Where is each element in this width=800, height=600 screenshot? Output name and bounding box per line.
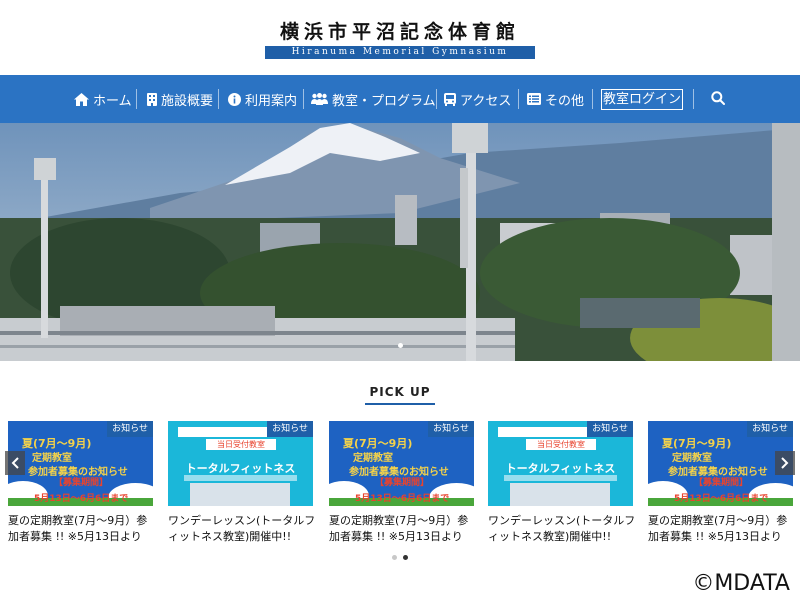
- search-icon: [711, 91, 725, 105]
- card-title[interactable]: 夏の定期教室(7月～9月）参加者募集 !! ※5月13日より: [648, 513, 793, 545]
- nav-divider: [518, 89, 519, 109]
- slider-dot[interactable]: [398, 343, 403, 348]
- home-icon: [74, 92, 89, 106]
- hero-slider[interactable]: [0, 123, 800, 361]
- nav-divider: [303, 89, 304, 109]
- info-icon: [228, 92, 241, 106]
- site-title-jp: 横浜市平沼記念体育館: [279, 21, 520, 43]
- card-image-text: 定期教室: [353, 453, 393, 464]
- hero-photo: [0, 123, 800, 361]
- nav-label: ホーム: [93, 93, 132, 109]
- people-icon: [311, 93, 328, 105]
- nav-item-guide[interactable]: 利用案内: [228, 75, 297, 123]
- card-image: 夏(7月～9月) 定期教室 参加者募集のお知らせ 【募集期間】 5月13日～6月…: [648, 421, 793, 506]
- carousel-dot-active[interactable]: [403, 555, 408, 560]
- chevron-left-icon: [11, 457, 19, 469]
- pickup-card[interactable]: 当日受付教室 トータルフィットネス お知らせ ワンデーレッスン(トータルフィット…: [168, 421, 315, 545]
- site-logo[interactable]: 横浜市平沼記念体育館 Hiranuma Memorial Gymnasium: [265, 20, 535, 60]
- card-image-text: 【募集期間】: [375, 478, 430, 488]
- card-image: 夏(7月～9月) 定期教室 参加者募集のお知らせ 【募集期間】 5月13日～6月…: [329, 421, 474, 506]
- pickup-heading: PICK UP: [369, 385, 431, 399]
- card-image-text: 5月13日～6月6日まで: [355, 494, 450, 504]
- list-icon: [527, 93, 541, 105]
- nav-divider: [136, 89, 137, 109]
- card-title[interactable]: ワンデーレッスン(トータルフィットネス教室)開催中!!: [488, 513, 638, 545]
- card-image-text: トータルフィットネス: [505, 462, 616, 475]
- nav-item-home[interactable]: ホーム: [74, 75, 132, 123]
- card-image-text: 5月13日～6月6日まで: [34, 494, 129, 504]
- card-image-text: 定期教室: [672, 453, 712, 464]
- card-image-text: 当日受付教室: [526, 439, 596, 450]
- nav-label: 施設概要: [161, 93, 214, 109]
- classroom-login-button[interactable]: 教室ログイン: [601, 89, 683, 110]
- news-badge: お知らせ: [587, 421, 633, 437]
- carousel-next-button[interactable]: [775, 451, 795, 475]
- pickup-card[interactable]: 当日受付教室 トータルフィットネス お知らせ ワンデーレッスン(トータルフィット…: [488, 421, 635, 545]
- pickup-card[interactable]: 夏(7月～9月) 定期教室 参加者募集のお知らせ 【募集期間】 5月13日～6月…: [329, 421, 474, 545]
- pickup-card[interactable]: 夏(7月～9月) 定期教室 参加者募集のお知らせ 【募集期間】 5月13日～6月…: [8, 421, 153, 545]
- site-title-en: Hiranuma Memorial Gymnasium: [265, 46, 535, 59]
- pickup-underline: [365, 403, 435, 405]
- news-badge: お知らせ: [107, 421, 153, 437]
- nav-divider: [592, 89, 593, 109]
- bus-icon: [444, 92, 456, 106]
- search-button[interactable]: [711, 90, 725, 109]
- copyright-watermark: ©MDATA: [640, 568, 800, 600]
- nav-label: 教室・プログラム: [332, 93, 436, 109]
- card-title[interactable]: 夏の定期教室(7月～9月）参加者募集 !! ※5月13日より: [8, 513, 158, 545]
- carousel-pagination: [390, 555, 410, 561]
- nav-item-facility[interactable]: 施設概要: [147, 75, 213, 123]
- card-image: 夏(7月～9月) 定期教室 参加者募集のお知らせ 【募集期間】 5月13日～6月…: [8, 421, 153, 506]
- card-title[interactable]: ワンデーレッスン(トータルフィットネス教室)開催中!!: [168, 513, 318, 545]
- card-image-text: 定期教室: [32, 453, 72, 464]
- nav-item-other[interactable]: その他: [527, 75, 584, 123]
- nav-item-programs[interactable]: 教室・プログラム: [311, 75, 436, 123]
- nav-label: その他: [545, 93, 585, 109]
- main-nav: ホーム 施設概要 利用案内 教室・プログラム アクセス その他 教室ログイン: [0, 75, 800, 123]
- pickup-card[interactable]: 夏(7月～9月) 定期教室 参加者募集のお知らせ 【募集期間】 5月13日～6月…: [648, 421, 793, 545]
- carousel-dot[interactable]: [392, 555, 397, 560]
- card-image-text: 【募集期間】: [694, 478, 749, 488]
- nav-label: 利用案内: [245, 93, 298, 109]
- page: { "site": { "title_jp": "横浜市平沼記念体育館", "t…: [0, 0, 800, 600]
- card-image: 当日受付教室 トータルフィットネス お知らせ: [488, 421, 633, 506]
- news-badge: お知らせ: [267, 421, 313, 437]
- card-image-text: 当日受付教室: [206, 439, 276, 450]
- nav-divider: [436, 89, 437, 109]
- nav-divider: [693, 89, 694, 109]
- nav-item-access[interactable]: アクセス: [444, 75, 511, 123]
- building-icon: [147, 92, 157, 106]
- card-title[interactable]: 夏の定期教室(7月～9月）参加者募集 !! ※5月13日より: [329, 513, 479, 545]
- nav-divider: [218, 89, 219, 109]
- card-image-text: 【募集期間】: [54, 478, 109, 488]
- carousel-prev-button[interactable]: [5, 451, 25, 475]
- card-image: 当日受付教室 トータルフィットネス お知らせ: [168, 421, 313, 506]
- card-image-text: トータルフィットネス: [185, 462, 296, 475]
- news-badge: お知らせ: [747, 421, 793, 437]
- chevron-right-icon: [781, 457, 789, 469]
- news-badge: お知らせ: [428, 421, 474, 437]
- card-image-text: 5月13日～6月6日まで: [674, 494, 769, 504]
- nav-label: アクセス: [460, 93, 512, 109]
